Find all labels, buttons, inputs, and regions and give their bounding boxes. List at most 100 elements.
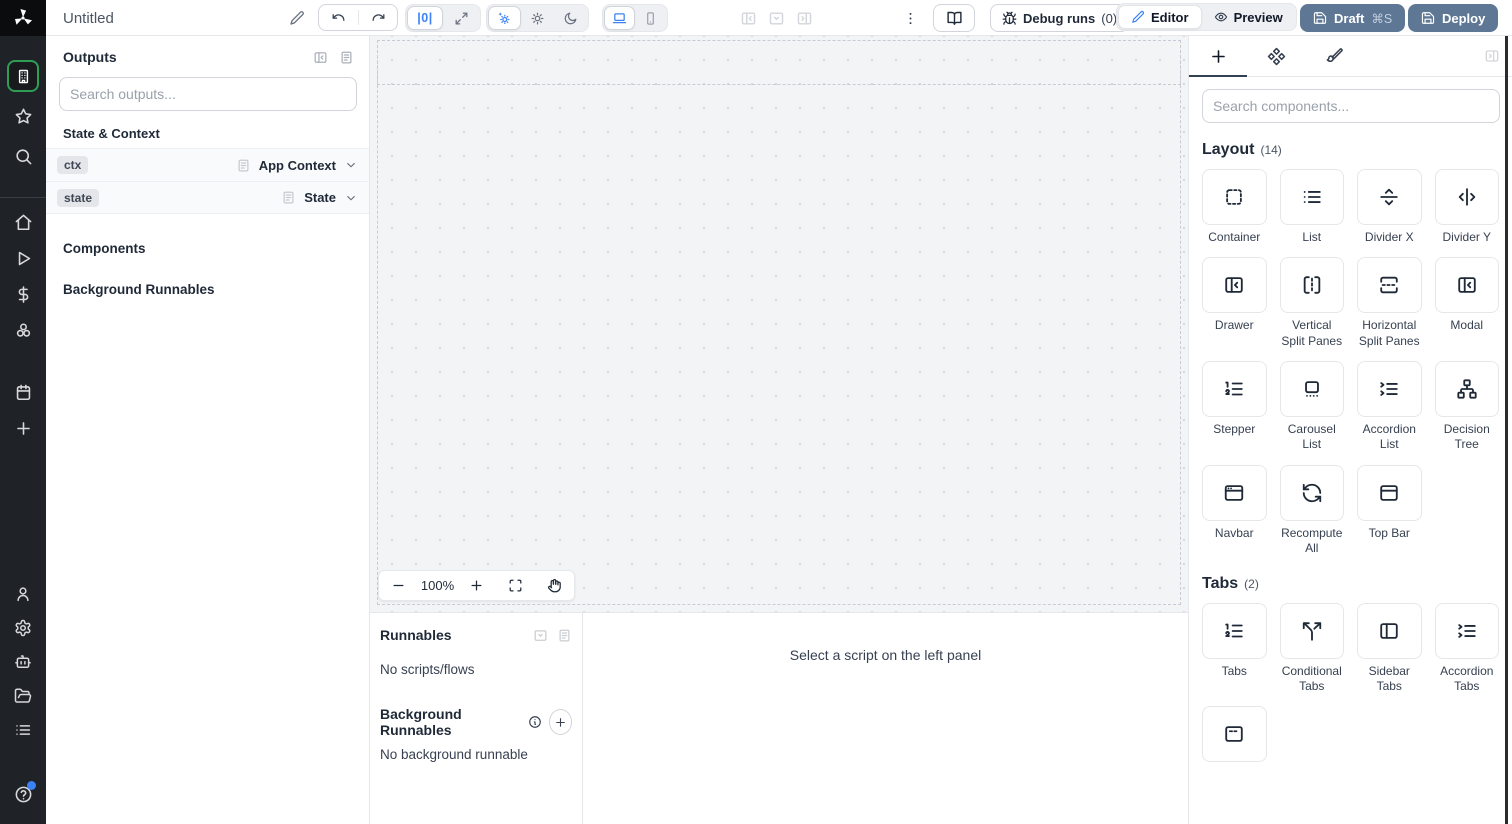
component-card-hsplit[interactable] bbox=[1357, 257, 1422, 314]
component-cell: Horizontal Split Panes bbox=[1357, 257, 1422, 349]
component-card-vsplit[interactable] bbox=[1279, 257, 1344, 314]
component-card-recompute[interactable] bbox=[1279, 464, 1344, 521]
component-cell: Top Bar bbox=[1357, 464, 1422, 557]
mobile-view-button[interactable] bbox=[635, 6, 666, 30]
component-label: Conditional Tabs bbox=[1281, 663, 1342, 693]
debug-runs-button[interactable]: Debug runs (0) bbox=[990, 4, 1130, 32]
sidebar-list-menu-button[interactable] bbox=[0, 713, 46, 747]
toggle-left-panel-icon[interactable] bbox=[740, 10, 757, 27]
fit-view-button[interactable] bbox=[443, 6, 479, 30]
component-card-decision-tree[interactable] bbox=[1434, 361, 1499, 418]
moon-icon bbox=[563, 11, 578, 26]
sidebar-dollar-button[interactable] bbox=[0, 276, 46, 312]
sidebar-app-builder-button[interactable] bbox=[7, 60, 39, 92]
sidebar-help-button[interactable] bbox=[0, 781, 46, 810]
component-card-modal[interactable] bbox=[1434, 257, 1499, 314]
collapse-outputs-icon[interactable] bbox=[313, 50, 328, 65]
sidebar-group-bottom bbox=[0, 577, 46, 747]
theme-dark-button[interactable] bbox=[554, 6, 587, 30]
collapse-runnables-icon[interactable] bbox=[533, 628, 548, 643]
zoom-level: 100% bbox=[420, 578, 455, 593]
folder-icon bbox=[14, 687, 32, 705]
calendar-icon bbox=[14, 383, 33, 402]
undo-button[interactable] bbox=[319, 10, 358, 25]
component-cell: Accordion Tabs bbox=[1434, 602, 1499, 695]
sidebar-robot-button[interactable] bbox=[0, 645, 46, 679]
component-card-top-bar[interactable] bbox=[1357, 464, 1422, 521]
component-cell: Navbar bbox=[1202, 464, 1267, 557]
component-cell: Drawer bbox=[1202, 257, 1267, 349]
sidebar-star-button[interactable] bbox=[0, 96, 46, 136]
component-card-invisible-tabs[interactable] bbox=[1202, 706, 1267, 763]
chevron-down-icon[interactable] bbox=[344, 158, 358, 172]
carousel-icon bbox=[1301, 378, 1323, 400]
canvas-header-dropzone[interactable] bbox=[377, 40, 1181, 85]
docs-button[interactable] bbox=[933, 4, 975, 32]
theme-light-button[interactable] bbox=[521, 6, 554, 30]
expand-all-icon[interactable] bbox=[339, 50, 354, 65]
component-card-conditional-tabs[interactable] bbox=[1279, 602, 1344, 659]
more-menu-button[interactable] bbox=[902, 0, 919, 36]
list-menu-icon bbox=[14, 721, 32, 739]
state-row[interactable]: state State bbox=[46, 181, 369, 214]
sidebar-calendar-button[interactable] bbox=[0, 374, 46, 410]
pan-mode-button[interactable] bbox=[535, 570, 574, 601]
save-draft-button[interactable]: Draft ⌘S bbox=[1300, 4, 1406, 32]
component-card-divider-x[interactable] bbox=[1357, 169, 1422, 225]
sidebar-home-button[interactable] bbox=[0, 204, 46, 240]
component-cell: Divider Y bbox=[1434, 169, 1499, 245]
tab-component-tree[interactable] bbox=[1247, 36, 1305, 76]
sidebar-user-button[interactable] bbox=[0, 577, 46, 611]
sidebar-folder-button[interactable] bbox=[0, 679, 46, 713]
debug-runs-label: Debug runs bbox=[1023, 10, 1096, 26]
runnables-doc-icon[interactable] bbox=[557, 628, 572, 643]
tab-global-styling[interactable] bbox=[1305, 36, 1363, 76]
sidebar-plus-button[interactable] bbox=[0, 410, 46, 446]
component-card-divider-y[interactable] bbox=[1434, 169, 1499, 225]
toggle-bottom-panel-icon[interactable] bbox=[768, 10, 785, 27]
component-card-container[interactable] bbox=[1202, 169, 1267, 225]
right-panel-scrollbar[interactable] bbox=[1505, 36, 1508, 824]
plus-tab-icon bbox=[1209, 47, 1228, 66]
component-card-tabs[interactable] bbox=[1202, 602, 1267, 659]
collapse-right-panel-icon[interactable] bbox=[1484, 48, 1500, 64]
undo-icon bbox=[331, 10, 346, 25]
add-background-runnable-button[interactable] bbox=[548, 709, 572, 735]
component-card-stepper[interactable] bbox=[1202, 361, 1267, 418]
zoom-in-button[interactable] bbox=[457, 570, 496, 601]
desktop-view-button[interactable] bbox=[604, 6, 635, 30]
chevron-down-icon[interactable] bbox=[344, 191, 358, 205]
component-card-accordion-tabs[interactable] bbox=[1434, 602, 1499, 659]
component-card-list[interactable] bbox=[1279, 169, 1344, 225]
windmill-logo[interactable] bbox=[0, 0, 46, 36]
tab-insert-component[interactable] bbox=[1189, 36, 1247, 77]
zoom-out-button[interactable] bbox=[379, 570, 418, 601]
robot-icon bbox=[14, 653, 32, 671]
component-card-carousel[interactable] bbox=[1279, 361, 1344, 418]
search-outputs-input[interactable] bbox=[59, 77, 357, 111]
preview-mode-button[interactable]: Preview bbox=[1202, 5, 1295, 29]
search-components-input[interactable] bbox=[1202, 89, 1500, 123]
component-card-sidebar-tabs[interactable] bbox=[1357, 602, 1422, 659]
component-card-accordion-list[interactable] bbox=[1357, 361, 1422, 418]
expand-icon bbox=[454, 11, 469, 26]
app-canvas[interactable]: 100% bbox=[370, 36, 1188, 612]
sidebar-search-button[interactable] bbox=[0, 136, 46, 176]
sidebar-gear-button[interactable] bbox=[0, 611, 46, 645]
runnables-panel: Runnables No scripts/flows Background Ru… bbox=[370, 612, 1188, 824]
deploy-button[interactable]: Deploy bbox=[1408, 4, 1499, 32]
vsplit-icon bbox=[1301, 274, 1323, 296]
theme-auto-button[interactable] bbox=[488, 6, 521, 30]
component-label: Sidebar Tabs bbox=[1368, 663, 1410, 693]
redo-button[interactable] bbox=[358, 10, 397, 25]
editor-mode-button[interactable]: Editor bbox=[1118, 5, 1202, 29]
component-card-navbar[interactable] bbox=[1202, 464, 1267, 521]
toggle-right-panel-icon[interactable] bbox=[796, 10, 813, 27]
edit-title-button[interactable] bbox=[289, 0, 305, 36]
ctx-row[interactable]: ctx App Context bbox=[46, 148, 369, 181]
sidebar-play-button[interactable] bbox=[0, 240, 46, 276]
sidebar-resources-button[interactable] bbox=[0, 312, 46, 348]
component-card-drawer[interactable] bbox=[1202, 257, 1267, 314]
reset-zoom-button[interactable]: |0| bbox=[407, 6, 443, 30]
fit-canvas-button[interactable] bbox=[496, 570, 535, 601]
